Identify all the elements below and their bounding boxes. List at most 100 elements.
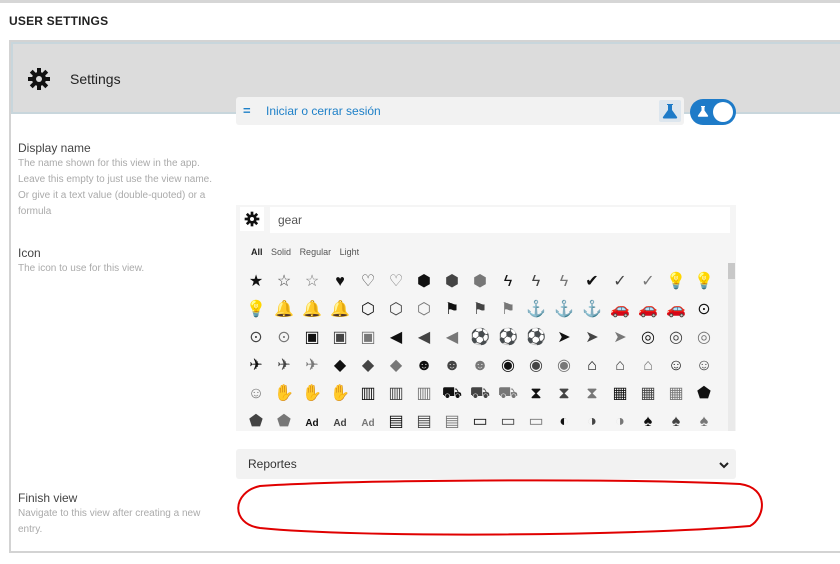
lightbulb-solid-icon[interactable]: 💡 xyxy=(664,268,688,296)
futbol-regular-icon[interactable]: ⚽ xyxy=(496,324,520,352)
binoculars-light-icon[interactable]: ⊙ xyxy=(272,324,296,352)
plane-solid-icon[interactable]: ✈ xyxy=(244,352,268,380)
university-regular-icon[interactable]: ⌂ xyxy=(608,352,632,380)
eye-light-icon[interactable]: ◉ xyxy=(552,352,576,380)
flag-light-icon[interactable]: ⚑ xyxy=(496,296,520,324)
tags-solid-icon[interactable]: ◆ xyxy=(328,352,352,380)
cube-light-icon[interactable]: ⬢ xyxy=(468,268,492,296)
check-circle-solid-icon[interactable]: ✔ xyxy=(580,268,604,296)
briefcase-solid-icon[interactable]: ▣ xyxy=(300,324,324,352)
icon-grid-scrollbar[interactable] xyxy=(728,263,735,431)
cubes-regular-icon[interactable]: ⬡ xyxy=(384,296,408,324)
formula-editor-button[interactable] xyxy=(659,100,681,122)
paper-plane-light-icon[interactable]: ➤ xyxy=(608,324,632,352)
heart-regular-icon[interactable]: ♡ xyxy=(356,268,380,296)
abacus-solid-icon[interactable]: ▦ xyxy=(608,380,632,408)
anchor-solid-icon[interactable]: ⚓ xyxy=(524,296,548,324)
smile-regular-icon[interactable]: ☺ xyxy=(692,352,716,380)
thumbs-up-solid-icon[interactable]: ✋ xyxy=(272,380,296,408)
cube-solid-icon[interactable]: ⬢ xyxy=(412,268,436,296)
hourglass-regular-icon[interactable]: ⧗ xyxy=(552,380,576,408)
paper-plane-regular-icon[interactable]: ➤ xyxy=(580,324,604,352)
briefcase-regular-icon[interactable]: ▣ xyxy=(328,324,352,352)
cube-regular-icon[interactable]: ⬢ xyxy=(440,268,464,296)
bell-light-icon[interactable]: 🔔 xyxy=(328,296,352,324)
users-regular-icon[interactable]: ☻ xyxy=(440,352,464,380)
finish-view-select[interactable]: Reportes xyxy=(236,449,736,479)
eye-regular-icon[interactable]: ◉ xyxy=(524,352,548,380)
hourglass-solid-icon[interactable]: ⧗ xyxy=(524,380,548,408)
cubes-light-icon[interactable]: ⬡ xyxy=(412,296,436,324)
thumbs-up-light-icon[interactable]: ✋ xyxy=(328,380,352,408)
filter-solid[interactable]: Solid xyxy=(271,247,291,257)
address-book-regular-icon[interactable]: ▤ xyxy=(412,408,436,436)
bullhorn-regular-icon[interactable]: ◀ xyxy=(412,324,436,352)
plane-light-icon[interactable]: ✈ xyxy=(300,352,324,380)
life-ring-solid-icon[interactable]: ◎ xyxy=(636,324,660,352)
plane-regular-icon[interactable]: ✈ xyxy=(272,352,296,380)
address-card-regular-icon[interactable]: ▭ xyxy=(496,408,520,436)
filter-light[interactable]: Light xyxy=(340,247,360,257)
users-solid-icon[interactable]: ☻ xyxy=(412,352,436,380)
check-circle-light-icon[interactable]: ✓ xyxy=(636,268,660,296)
bell-solid-icon[interactable]: 🔔 xyxy=(272,296,296,324)
ad-regular-icon[interactable]: Ad xyxy=(328,410,352,438)
tree-regular-icon[interactable]: ♠ xyxy=(664,408,688,436)
filter-all[interactable]: All xyxy=(251,247,263,257)
star-regular-icon[interactable]: ☆ xyxy=(272,268,296,296)
icon-search-input[interactable] xyxy=(270,207,730,233)
tree-solid-icon[interactable]: ♠ xyxy=(636,408,660,436)
users-light-icon[interactable]: ☻ xyxy=(468,352,492,380)
ad-solid-icon[interactable]: Ad xyxy=(300,410,324,438)
ad-light-icon[interactable]: Ad xyxy=(356,410,380,438)
heart-light-icon[interactable]: ♡ xyxy=(384,268,408,296)
car-solid-icon[interactable]: 🚗 xyxy=(608,296,632,324)
scrollbar-thumb[interactable] xyxy=(728,263,735,279)
binoculars-regular-icon[interactable]: ⊙ xyxy=(244,324,268,352)
address-card-light-icon[interactable]: ▭ xyxy=(524,408,548,436)
truck-regular-icon[interactable]: ⛟ xyxy=(468,380,492,408)
adjust-regular-icon[interactable]: ◑ xyxy=(580,408,604,436)
star-solid-icon[interactable]: ★ xyxy=(244,268,268,296)
paper-plane-solid-icon[interactable]: ➤ xyxy=(552,324,576,352)
abacus-light-icon[interactable]: ▦ xyxy=(664,380,688,408)
lightbulb-light-icon[interactable]: 💡 xyxy=(244,296,268,324)
anchor-light-icon[interactable]: ⚓ xyxy=(580,296,604,324)
anchor-regular-icon[interactable]: ⚓ xyxy=(552,296,576,324)
smile-light-icon[interactable]: ☺ xyxy=(244,380,268,408)
bolt-solid-icon[interactable]: ϟ xyxy=(496,268,520,296)
smile-solid-icon[interactable]: ☺ xyxy=(664,352,688,380)
adjust-solid-icon[interactable]: ◐ xyxy=(552,408,576,436)
truck-solid-icon[interactable]: ⛟ xyxy=(440,380,464,408)
university-light-icon[interactable]: ⌂ xyxy=(636,352,660,380)
tags-light-icon[interactable]: ◆ xyxy=(384,352,408,380)
address-book-solid-icon[interactable]: ▤ xyxy=(384,408,408,436)
truck-light-icon[interactable]: ⛟ xyxy=(496,380,520,408)
lightbulb-regular-icon[interactable]: 💡 xyxy=(692,268,716,296)
address-book-light-icon[interactable]: ▤ xyxy=(440,408,464,436)
flag-solid-icon[interactable]: ⚑ xyxy=(440,296,464,324)
check-circle-regular-icon[interactable]: ✓ xyxy=(608,268,632,296)
tree-light-icon[interactable]: ♠ xyxy=(692,408,716,436)
futbol-light-icon[interactable]: ⚽ xyxy=(524,324,548,352)
eye-solid-icon[interactable]: ◉ xyxy=(496,352,520,380)
bolt-regular-icon[interactable]: ϟ xyxy=(524,268,548,296)
university-solid-icon[interactable]: ⌂ xyxy=(580,352,604,380)
address-card-solid-icon[interactable]: ▭ xyxy=(468,408,492,436)
tags-regular-icon[interactable]: ◆ xyxy=(356,352,380,380)
abacus-regular-icon[interactable]: ▦ xyxy=(636,380,660,408)
formula-toggle[interactable] xyxy=(690,99,736,125)
acorn-regular-icon[interactable]: ⬟ xyxy=(244,408,268,436)
suitcase-regular-icon[interactable]: ▥ xyxy=(384,380,408,408)
bell-regular-icon[interactable]: 🔔 xyxy=(300,296,324,324)
heart-solid-icon[interactable]: ♥ xyxy=(328,268,352,296)
thumbs-up-regular-icon[interactable]: ✋ xyxy=(300,380,324,408)
life-ring-regular-icon[interactable]: ◎ xyxy=(664,324,688,352)
suitcase-light-icon[interactable]: ▥ xyxy=(412,380,436,408)
bullhorn-light-icon[interactable]: ◀ xyxy=(440,324,464,352)
display-name-field[interactable]: = Iniciar o cerrar sesión xyxy=(236,97,684,125)
adjust-light-icon[interactable]: ◑ xyxy=(608,408,632,436)
life-ring-light-icon[interactable]: ◎ xyxy=(692,324,716,352)
acorn-solid-icon[interactable]: ⬟ xyxy=(692,380,716,408)
binoculars-solid-icon[interactable]: ⊙ xyxy=(692,296,716,324)
